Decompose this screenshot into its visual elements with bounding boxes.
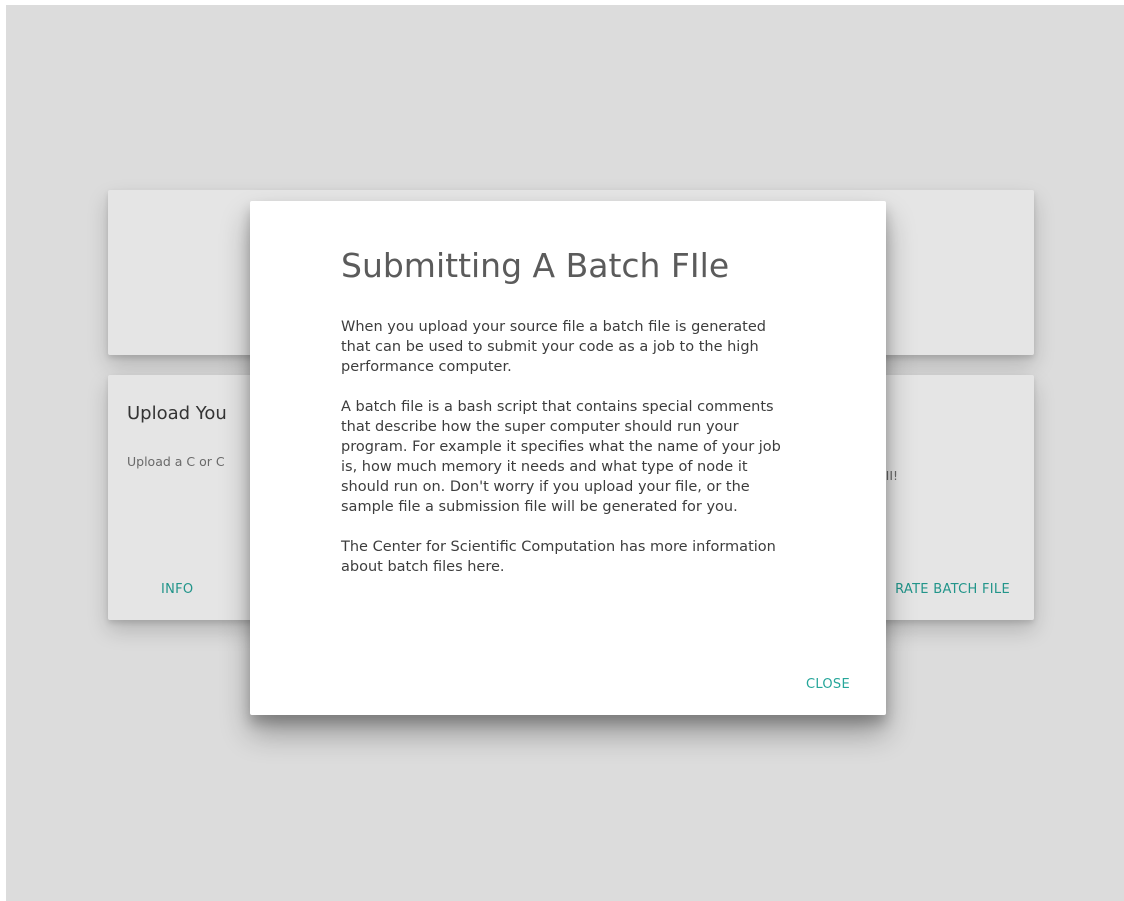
- modal-paragraph: When you upload your source file a batch…: [341, 319, 766, 375]
- modal-body: When you upload your source file a batch…: [341, 317, 785, 597]
- modal-paragraph: The Center for Scientific Computation ha…: [341, 539, 776, 575]
- modal-paragraph: A batch file is a bash script that conta…: [341, 399, 781, 515]
- batch-file-modal: Submitting A Batch FIle When you upload …: [250, 201, 886, 715]
- close-button[interactable]: CLOSE: [806, 677, 850, 692]
- modal-title: Submitting A Batch FIle: [341, 246, 730, 285]
